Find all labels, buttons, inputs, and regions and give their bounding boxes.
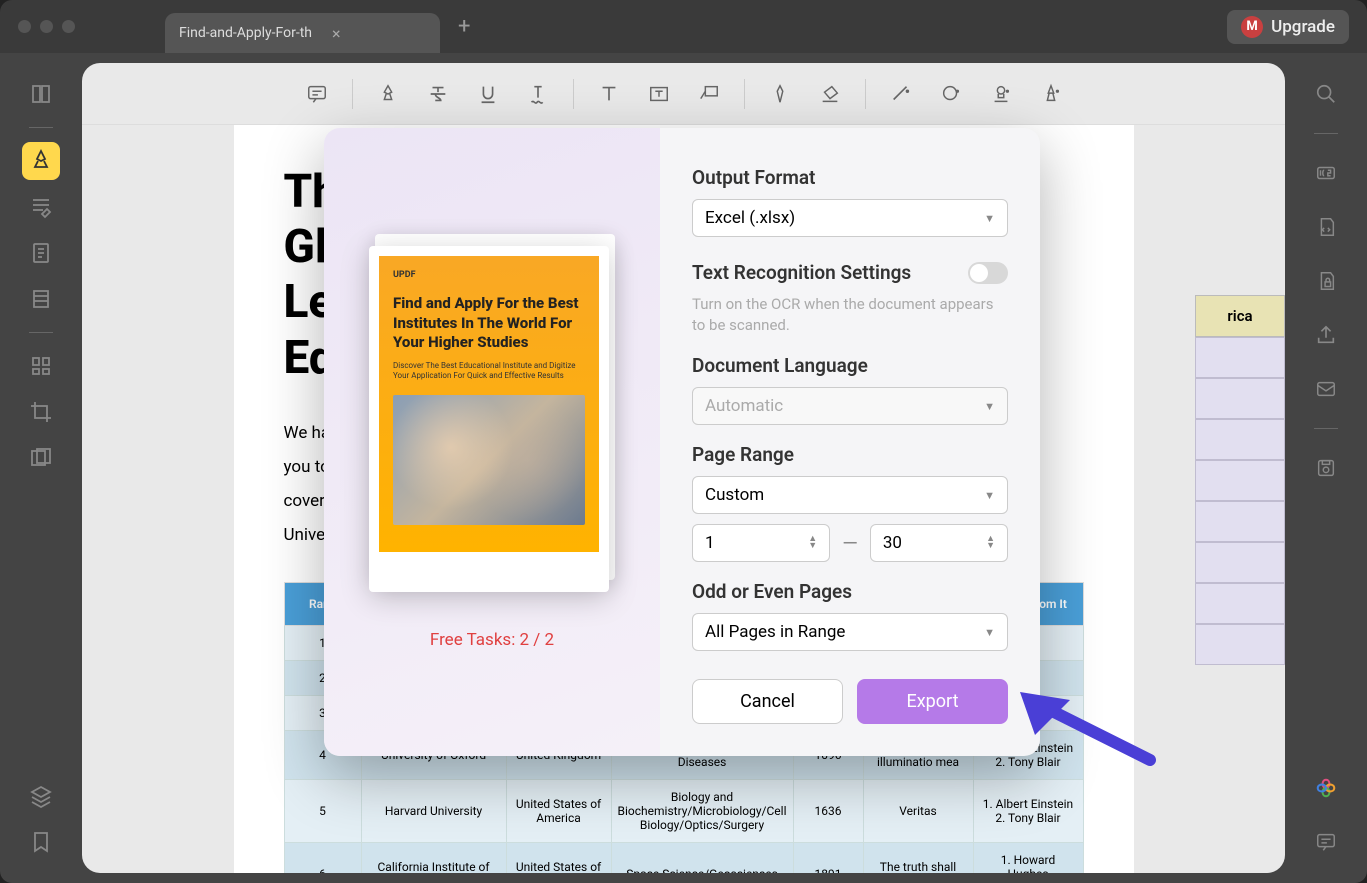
chevron-down-icon: ▼	[984, 626, 995, 639]
highlighter-icon[interactable]	[22, 142, 60, 180]
cancel-button[interactable]: Cancel	[692, 679, 843, 724]
minimize-window-icon[interactable]	[40, 20, 53, 33]
upgrade-button[interactable]: M Upgrade	[1227, 10, 1349, 44]
shape-tool-icon[interactable]	[930, 73, 972, 115]
edit-text-icon[interactable]	[22, 188, 60, 226]
pencil-icon[interactable]	[759, 73, 801, 115]
output-format-label: Output Format	[692, 166, 1008, 189]
text-recognition-label: Text Recognition Settings	[692, 261, 911, 284]
marker-icon[interactable]	[367, 73, 409, 115]
table-row: 6California Institute of Technology (Cal…	[284, 842, 1083, 873]
reader-mode-icon[interactable]	[22, 75, 60, 113]
strikethrough-icon[interactable]	[417, 73, 459, 115]
maximize-window-icon[interactable]	[62, 20, 75, 33]
signature-tool-icon[interactable]	[1030, 73, 1072, 115]
ocr-toggle[interactable]	[968, 262, 1008, 284]
bookmark-icon[interactable]	[22, 823, 60, 861]
export-preview-panel: UPDF Find and Apply For the Best Institu…	[324, 128, 660, 756]
background-table-fragment: rica	[1195, 295, 1285, 665]
email-icon[interactable]	[1307, 370, 1345, 408]
ocr-icon[interactable]	[1307, 154, 1345, 192]
odd-even-select[interactable]: All Pages in Range ▼	[692, 613, 1008, 651]
line-tool-icon[interactable]	[880, 73, 922, 115]
thumb-title: Find and Apply For the Best Institutes I…	[393, 294, 585, 353]
document-thumbnail: UPDF Find and Apply For the Best Institu…	[369, 246, 609, 592]
output-format-select[interactable]: Excel (.xlsx) ▼	[692, 199, 1008, 237]
protect-icon[interactable]	[1307, 262, 1345, 300]
comment-icon[interactable]	[296, 73, 338, 115]
text-icon[interactable]	[588, 73, 630, 115]
right-sidebar	[1285, 53, 1367, 883]
stamp-tool-icon[interactable]	[980, 73, 1022, 115]
share-icon[interactable]	[1307, 316, 1345, 354]
organize-icon[interactable]	[22, 347, 60, 385]
crop-icon[interactable]	[22, 393, 60, 431]
redact-icon[interactable]	[22, 439, 60, 477]
page-from-input[interactable]: 1 ▲▼	[692, 524, 830, 562]
callout-icon[interactable]	[688, 73, 730, 115]
annotation-toolbar	[82, 63, 1285, 125]
layers-icon[interactable]	[22, 777, 60, 815]
window-controls	[18, 20, 75, 33]
tab-title: Find-and-Apply-For-th	[179, 25, 312, 41]
search-icon[interactable]	[1307, 75, 1345, 113]
save-icon[interactable]	[1307, 449, 1345, 487]
eraser-icon[interactable]	[809, 73, 851, 115]
document-language-label: Document Language	[692, 354, 1008, 377]
pages-icon[interactable]	[22, 234, 60, 272]
odd-even-label: Odd or Even Pages	[692, 580, 1008, 603]
ai-assistant-icon[interactable]	[1307, 769, 1345, 807]
close-tab-icon[interactable]: ×	[332, 24, 341, 43]
form-icon[interactable]	[22, 280, 60, 318]
convert-icon[interactable]	[1307, 208, 1345, 246]
page-range-label: Page Range	[692, 443, 1008, 466]
stepper-down-icon[interactable]: ▼	[808, 543, 817, 550]
feedback-icon[interactable]	[1307, 823, 1345, 861]
document-language-select: Automatic ▼	[692, 387, 1008, 425]
document-tab[interactable]: Find-and-Apply-For-th ×	[165, 13, 440, 53]
table-row: 5Harvard UniversityUnited States of Amer…	[284, 779, 1083, 842]
underline-icon[interactable]	[467, 73, 509, 115]
close-window-icon[interactable]	[18, 20, 31, 33]
text-recognition-hint: Turn on the OCR when the document appear…	[692, 294, 1008, 336]
page-to-input[interactable]: 30 ▲▼	[870, 524, 1008, 562]
upgrade-label: Upgrade	[1271, 17, 1335, 37]
textbox-icon[interactable]	[638, 73, 680, 115]
new-tab-button[interactable]: +	[458, 14, 470, 39]
page-range-select[interactable]: Custom ▼	[692, 476, 1008, 514]
chevron-down-icon: ▼	[984, 400, 995, 413]
chevron-down-icon: ▼	[984, 212, 995, 225]
range-separator: —	[842, 531, 858, 555]
free-tasks-label: Free Tasks: 2 / 2	[430, 630, 554, 650]
chevron-down-icon: ▼	[984, 489, 995, 502]
user-avatar: M	[1241, 16, 1263, 38]
titlebar: Find-and-Apply-For-th × + M Upgrade	[0, 0, 1367, 53]
thumb-logo: UPDF	[393, 270, 585, 280]
export-settings-panel: Output Format Excel (.xlsx) ▼ Text Recog…	[660, 128, 1040, 756]
stepper-down-icon[interactable]: ▼	[986, 543, 995, 550]
left-sidebar	[0, 53, 82, 883]
export-dialog: UPDF Find and Apply For the Best Institu…	[324, 128, 1040, 756]
thumb-subtitle: Discover The Best Educational Institute …	[393, 361, 585, 382]
thumb-image	[393, 395, 585, 525]
squiggly-icon[interactable]	[517, 73, 559, 115]
export-button[interactable]: Export	[857, 679, 1008, 724]
